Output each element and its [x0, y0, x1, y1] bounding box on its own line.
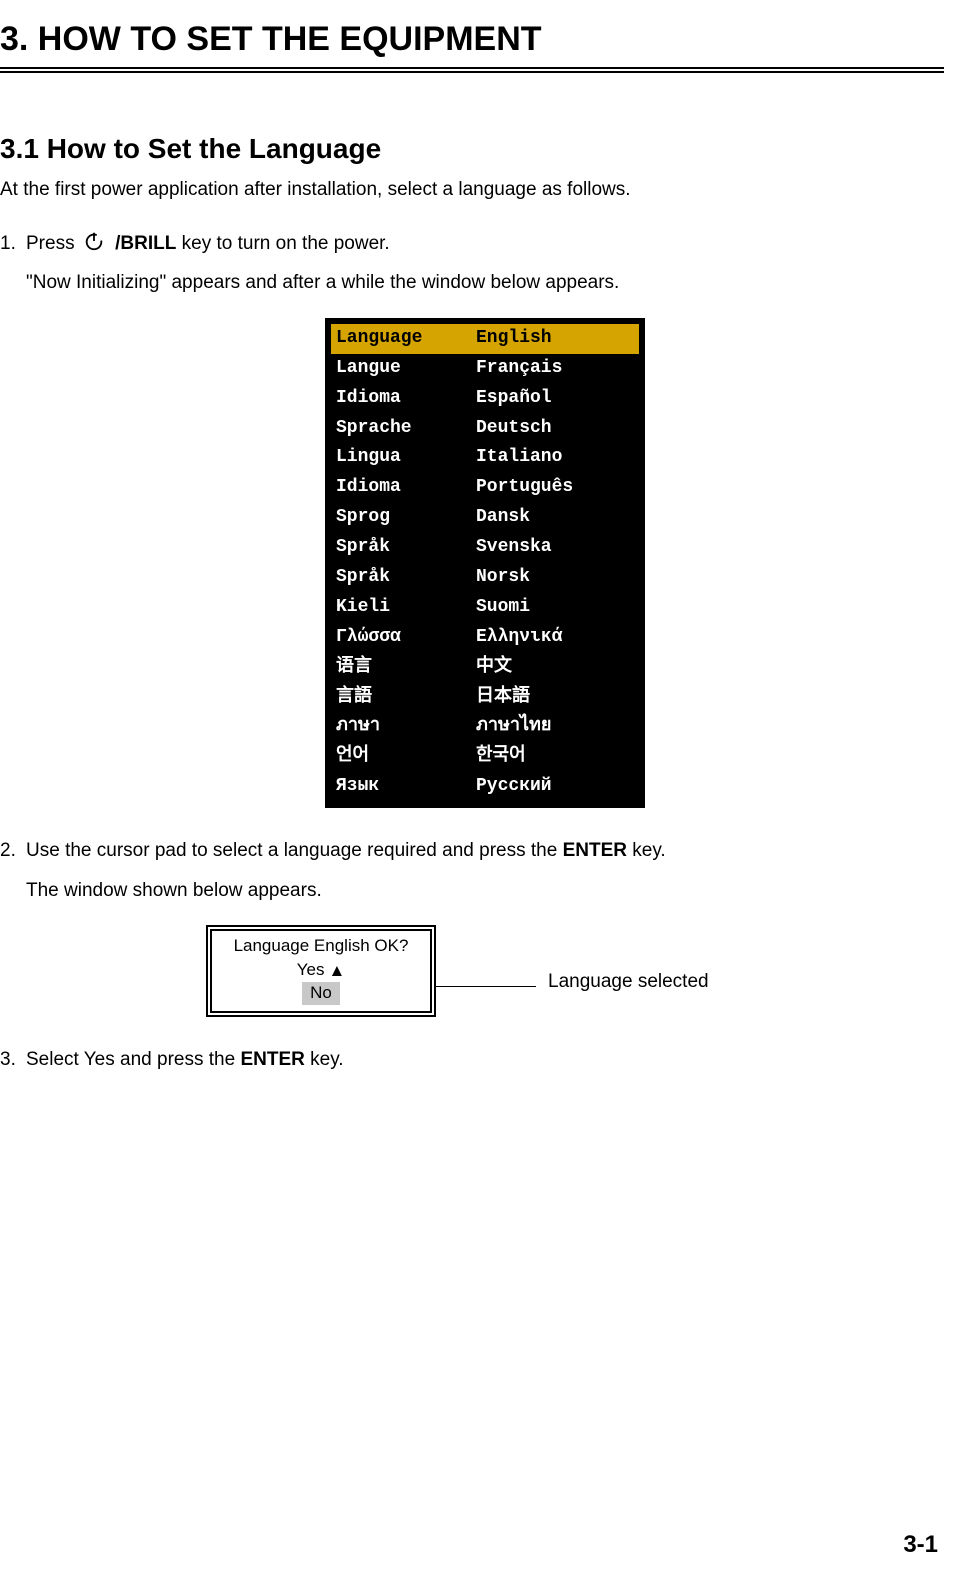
page-number: 3-1 — [903, 1531, 938, 1559]
step-2: Use the cursor pad to select a language … — [0, 836, 944, 1017]
intro-text: At the first power application after ins… — [0, 179, 944, 201]
chapter-title: 3. HOW TO SET THE EQUIPMENT — [0, 20, 944, 73]
annotation-line — [436, 986, 536, 987]
language-menu-row: 言語日本語 — [331, 683, 639, 713]
language-menu-row: ΓλώσσαΕλληνικά — [331, 623, 639, 653]
language-value: Français — [476, 355, 562, 383]
language-value: 中文 — [476, 654, 512, 682]
language-label: Språk — [336, 534, 476, 562]
step2-note: The window shown below appears. — [26, 876, 944, 905]
language-value: Deutsch — [476, 415, 552, 443]
language-menu-row: SpracheDeutsch — [331, 414, 639, 444]
language-label: 言語 — [336, 684, 476, 712]
step1-note: "Now Initializing" appears and after a w… — [26, 268, 944, 297]
step2-text-post: key. — [627, 840, 666, 861]
language-menu-row: LinguaItaliano — [331, 443, 639, 473]
language-menu-row: LangueFrançais — [331, 354, 639, 384]
annotation-label: Language selected — [548, 967, 709, 996]
language-value: Ελληνικά — [476, 624, 562, 652]
language-menu-figure: LanguageEnglishLangueFrançaisIdiomaEspañ… — [325, 318, 645, 808]
language-menu-row: 语言中文 — [331, 653, 639, 683]
language-label: Språk — [336, 564, 476, 592]
language-value: ภาษาไทย — [476, 713, 551, 741]
language-label: ภาษา — [336, 713, 476, 741]
language-label: Kieli — [336, 594, 476, 622]
language-label: Langue — [336, 355, 476, 383]
confirm-question: Language English OK? — [218, 935, 424, 958]
language-label: Sprache — [336, 415, 476, 443]
arrow-up-icon: ▲ — [328, 962, 345, 979]
language-value: Português — [476, 474, 573, 502]
power-icon — [83, 230, 105, 261]
language-value: Dansk — [476, 504, 530, 532]
language-label: Idioma — [336, 385, 476, 413]
language-menu-row: SprogDansk — [331, 503, 639, 533]
language-menu-row: SpråkSvenska — [331, 533, 639, 563]
language-label: Sprog — [336, 504, 476, 532]
enter-key-label: ENTER — [563, 840, 627, 861]
step-3: Select Yes and press the ENTER key. — [0, 1045, 944, 1074]
language-label: 언어 — [336, 743, 476, 771]
confirmation-figure: Language English OK? Yes ▲ No Language s… — [206, 925, 944, 1017]
language-menu-row: ภาษาภาษาไทย — [331, 712, 639, 742]
language-label: Idioma — [336, 474, 476, 502]
confirmation-box: Language English OK? Yes ▲ No — [206, 925, 436, 1017]
enter-key-label: ENTER — [240, 1049, 304, 1070]
step1-brill: /BRILL — [115, 233, 176, 254]
language-value: Italiano — [476, 444, 562, 472]
confirm-yes: Yes — [297, 959, 325, 982]
step1-press: Press — [26, 233, 75, 254]
language-menu-row: IdiomaPortuguês — [331, 473, 639, 503]
language-value: Español — [476, 385, 552, 413]
language-menu-row: KieliSuomi — [331, 593, 639, 623]
language-label: Γλώσσα — [336, 624, 476, 652]
language-value: 한국어 — [476, 743, 526, 771]
language-menu-row: LanguageEnglish — [331, 324, 639, 354]
language-menu-row: SpråkNorsk — [331, 563, 639, 593]
section-title: 3.1 How to Set the Language — [0, 133, 944, 165]
language-label: 语言 — [336, 654, 476, 682]
language-value: English — [476, 325, 552, 353]
language-menu-row: IdiomaEspañol — [331, 384, 639, 414]
language-menu-row: ЯзыкРусский — [331, 772, 639, 802]
step2-text-pre: Use the cursor pad to select a language … — [26, 840, 563, 861]
language-label: Lingua — [336, 444, 476, 472]
language-value: Norsk — [476, 564, 530, 592]
language-value: 日本語 — [476, 684, 530, 712]
language-value: Русский — [476, 773, 552, 801]
language-value: Svenska — [476, 534, 552, 562]
step3-text-pre: Select Yes and press the — [26, 1049, 240, 1070]
step3-text-post: key. — [305, 1049, 344, 1070]
language-value: Suomi — [476, 594, 530, 622]
step-1: Press /BRILL key to turn on the power. "… — [0, 229, 944, 808]
confirm-no: No — [302, 982, 340, 1005]
language-menu-row: 언어한국어 — [331, 742, 639, 772]
language-label: Язык — [336, 773, 476, 801]
step1-after: key to turn on the power. — [176, 233, 389, 254]
language-label: Language — [336, 325, 476, 353]
